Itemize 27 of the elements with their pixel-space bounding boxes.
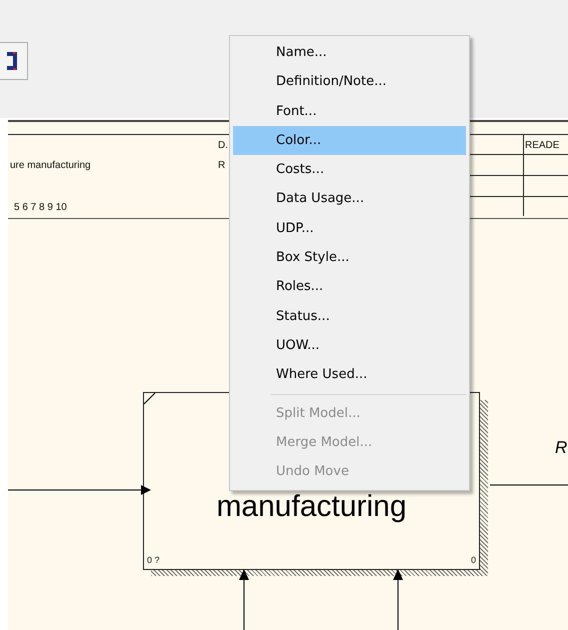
title-text: ure manufacturing	[10, 160, 91, 171]
tool-icon	[5, 50, 17, 72]
menu-item[interactable]: Status...	[233, 302, 466, 331]
node-reference: 0 ?	[147, 555, 160, 565]
menu-item[interactable]: Roles...	[233, 272, 466, 302]
menu-item[interactable]: Data Usage...	[233, 184, 466, 214]
corner-mark-icon	[144, 393, 156, 405]
menu-item[interactable]: UOW...	[233, 330, 466, 360]
field-label: D.	[218, 140, 228, 151]
toolbar-button[interactable]	[0, 42, 28, 80]
menu-item[interactable]: Name...	[233, 38, 466, 68]
arrow-label: R	[555, 438, 568, 458]
menu-item[interactable]: Color...	[233, 126, 466, 156]
column-header: READE	[525, 140, 560, 151]
menu-item[interactable]: Definition/Note...	[233, 67, 466, 97]
menu-item[interactable]: Font...	[233, 96, 466, 126]
menu-item[interactable]: Box Style...	[233, 243, 466, 272]
cost-value: 0	[470, 555, 476, 565]
field-label: R	[218, 160, 226, 171]
input-arrow[interactable]	[8, 485, 151, 495]
page-numbers: 5 6 7 8 9 10	[14, 202, 67, 213]
menu-item[interactable]: Where Used...	[233, 360, 466, 390]
mechanism-arrow[interactable]	[239, 569, 249, 630]
menu-item[interactable]: UDP...	[233, 214, 466, 244]
mechanism-arrow[interactable]	[393, 569, 403, 630]
activity-name: manufacturing	[215, 491, 408, 523]
menu-item[interactable]: Costs...	[233, 155, 466, 184]
